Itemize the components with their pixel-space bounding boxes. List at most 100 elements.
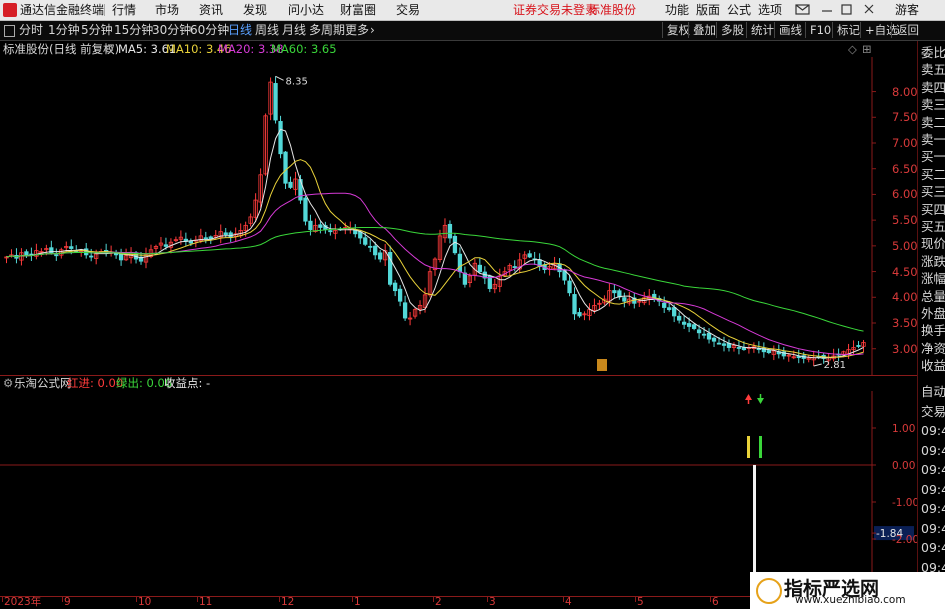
period-30min[interactable]: 30分钟: [152, 21, 191, 40]
menu-shichang[interactable]: 市场: [155, 0, 179, 20]
login-warning[interactable]: 证券交易未登录: [513, 0, 597, 20]
menu-zixun[interactable]: 资讯: [199, 0, 223, 20]
watermark-logo: 指标严选网 www.xuezhibiao.com: [750, 572, 945, 609]
period-monthly[interactable]: 月线: [282, 21, 306, 40]
sidebar-item[interactable]: 委比: [921, 45, 945, 60]
candle-body: [766, 350, 771, 353]
menu-gongshi[interactable]: 公式: [727, 0, 751, 20]
red-in-label: 红进: 0.00: [67, 376, 124, 390]
price-tick: 3.00: [892, 341, 918, 356]
sub-tick: -1.00: [892, 497, 917, 509]
panel-toggle-icon[interactable]: [4, 25, 15, 37]
candle-body: [223, 232, 228, 236]
sidebar-item[interactable]: 09:47: [921, 482, 945, 497]
sidebar-item[interactable]: 09:46: [921, 423, 945, 438]
period-weekly[interactable]: 周线: [255, 21, 279, 40]
settings-icon-sub[interactable]: ⚙: [3, 375, 13, 391]
btn-diejia[interactable]: 叠加: [688, 22, 716, 38]
btn-biaoji[interactable]: 标记: [832, 22, 860, 38]
sidebar-item[interactable]: 涨跌: [921, 254, 945, 269]
btn-f10[interactable]: F10: [805, 22, 831, 38]
period-toolbar: 分时 1分钟 5分钟 15分钟 30分钟 60分钟 日线 周线 月线 多周期 更…: [0, 21, 945, 41]
period-1min[interactable]: 1分钟: [48, 21, 80, 40]
user-label[interactable]: 游客: [895, 0, 919, 20]
diamond-icon[interactable]: ◇: [848, 41, 857, 57]
indicator-chart[interactable]: 1.000.00-1.00-1.84-2.00-3.00: [0, 391, 917, 596]
candle-body: [667, 307, 672, 311]
sidebar-item[interactable]: 自动: [921, 384, 945, 399]
btn-duogu[interactable]: 多股: [716, 22, 744, 38]
candle-body: [477, 264, 482, 273]
menu-faxian[interactable]: 发现: [243, 0, 267, 20]
close-icon[interactable]: [862, 2, 876, 20]
sidebar-item[interactable]: 卖二: [921, 115, 945, 130]
sidebar-item[interactable]: 净资: [921, 341, 945, 356]
candle-body: [736, 347, 742, 349]
sidebar-item[interactable]: 09:47: [921, 462, 945, 477]
sidebar-item[interactable]: 总量: [921, 289, 945, 304]
btn-back[interactable]: 返回: [891, 22, 919, 38]
sidebar-item[interactable]: 09:48: [921, 501, 945, 516]
sidebar-item[interactable]: 现价: [921, 236, 945, 251]
sidebar-item[interactable]: 外盘: [921, 306, 945, 321]
price-tick: 4.00: [892, 290, 918, 305]
price-tick: 6.50: [892, 161, 918, 176]
menu-banmian[interactable]: 版面: [696, 0, 720, 20]
more-arrow-icon[interactable]: ›: [370, 21, 375, 40]
candle-body: [328, 230, 333, 233]
sidebar-item[interactable]: 买五: [921, 219, 945, 234]
period-fenshi[interactable]: 分时: [19, 21, 43, 40]
sidebar-item[interactable]: 09:46: [921, 443, 945, 458]
sidebar-item[interactable]: 换手: [921, 323, 945, 338]
sidebar-item[interactable]: 卖一: [921, 132, 945, 147]
app-logo-icon: [3, 3, 17, 17]
candle-body: [721, 343, 727, 346]
candle-body: [368, 245, 373, 248]
candle-body: [681, 321, 687, 325]
candle-body: [686, 323, 692, 327]
sidebar-item[interactable]: 买四: [921, 202, 945, 217]
btn-huaxian[interactable]: 画线: [774, 22, 802, 38]
time-tick: 1: [354, 596, 361, 608]
price-tick: 5.00: [892, 238, 918, 253]
sidebar-item[interactable]: 买二: [921, 167, 945, 182]
candle-body: [741, 347, 747, 351]
menu-hangqing[interactable]: 行情: [112, 0, 136, 20]
period-5min[interactable]: 5分钟: [81, 21, 113, 40]
sidebar-item[interactable]: 收益: [921, 358, 945, 373]
period-more[interactable]: 更多: [345, 21, 369, 40]
minimize-icon[interactable]: [820, 2, 834, 20]
ma60-line: [6, 227, 864, 332]
period-15min[interactable]: 15分钟: [114, 21, 153, 40]
sidebar-item[interactable]: 卖四: [921, 80, 945, 95]
email-icon[interactable]: [795, 2, 811, 20]
menu-wenxiaoda[interactable]: 问小达: [288, 0, 324, 20]
period-daily[interactable]: 日线: [228, 21, 252, 40]
sidebar-item[interactable]: 交易: [921, 404, 945, 419]
settings-icon[interactable]: ⚙: [104, 41, 114, 57]
candle-body: [69, 246, 74, 249]
sidebar-item[interactable]: 买一: [921, 149, 945, 164]
candlestick-chart[interactable]: 8.35 2.81: [0, 57, 917, 375]
sidebar-item[interactable]: 卖五: [921, 62, 945, 77]
sidebar-item[interactable]: 买三: [921, 184, 945, 199]
menu-jiaoyi[interactable]: 交易: [396, 0, 420, 20]
period-60min[interactable]: 60分钟: [190, 21, 229, 40]
btn-fuquan[interactable]: 复权: [662, 22, 690, 38]
event-marker-icon: [597, 359, 607, 371]
price-tick: 5.50: [892, 213, 918, 228]
sidebar-item[interactable]: 涨幅: [921, 271, 945, 286]
menu-caifuquan[interactable]: 财富圈: [340, 0, 376, 20]
sidebar-item[interactable]: 09:49: [921, 540, 945, 555]
candle-body: [397, 288, 403, 302]
menu-xuanxiang[interactable]: 选项: [758, 0, 782, 20]
period-multi[interactable]: 多周期: [309, 21, 345, 40]
sidebar-item[interactable]: 09:48: [921, 521, 945, 536]
sidebar-item[interactable]: 卖三: [921, 97, 945, 112]
candle-body: [373, 245, 378, 256]
menu-gongneng[interactable]: 功能: [665, 0, 689, 20]
btn-tongji[interactable]: 统计: [746, 22, 774, 38]
expand-icon[interactable]: ⊞: [862, 41, 872, 57]
app-title: 通达信金融终端: [20, 3, 105, 17]
maximize-icon[interactable]: [840, 2, 854, 20]
